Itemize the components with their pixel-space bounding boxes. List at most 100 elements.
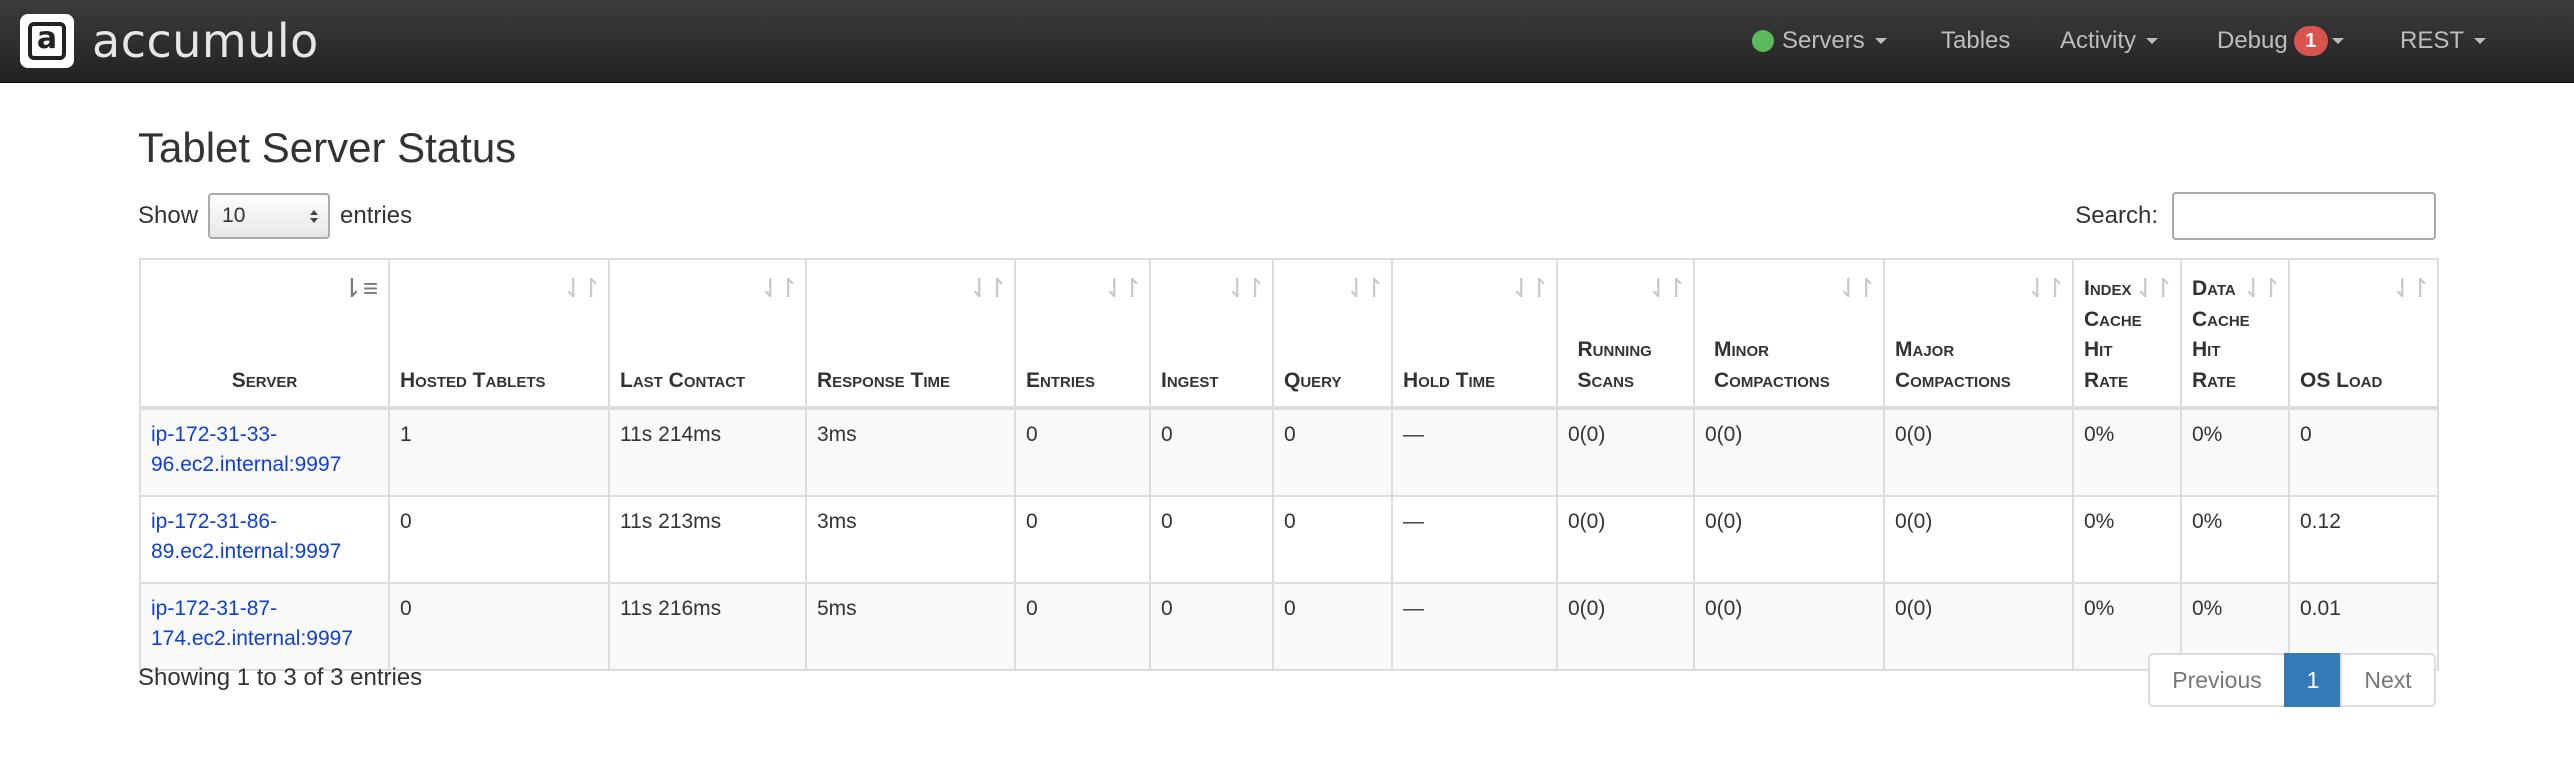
sort-icon: ⇃↾ — [2391, 273, 2431, 303]
nav-servers-label: Servers — [1782, 27, 1865, 54]
cell-entries: 0 — [1014, 582, 1151, 671]
cell-major-compactions: 0(0) — [1883, 407, 2074, 497]
server-link[interactable]: ip-172-31-33-96.ec2.internal:9997 — [151, 423, 341, 476]
debug-count-badge: 1 — [2293, 26, 2328, 56]
sort-icon: ⇃↾ — [968, 273, 1008, 303]
next-page-button[interactable]: Next — [2340, 653, 2436, 707]
cell-index-cache-hit-rate: 0% — [2072, 495, 2182, 584]
cell-running-scans: 0(0) — [1556, 582, 1695, 671]
cell-os-load: 0 — [2288, 407, 2439, 497]
table-header-row: ⇂≡ Server ⇃↾ Hosted Tablets ⇃↾ Last Contact… — [139, 258, 2439, 410]
page-1-button[interactable]: 1 — [2284, 653, 2342, 707]
show-label: Show — [138, 202, 199, 229]
sort-icon: ⇃↾ — [2134, 273, 2174, 303]
nav-debug-dropdown[interactable]: Debug 1 — [2217, 0, 2344, 82]
cell-data-cache-hit-rate: 0% — [2180, 495, 2290, 584]
header-query[interactable]: ⇃↾ Query — [1272, 258, 1393, 410]
cell-ingest: 0 — [1149, 582, 1274, 671]
header-server[interactable]: ⇂≡ Server — [139, 258, 390, 410]
cell-index-cache-hit-rate: 0% — [2072, 407, 2182, 497]
table-row: ip-172-31-33-96.ec2.internal:9997 1 11s … — [139, 407, 2439, 497]
header-minor-compactions[interactable]: ⇃↾ Minor Compactions — [1693, 258, 1885, 410]
table-row: ip-172-31-87-174.ec2.internal:9997 0 11s… — [139, 582, 2439, 671]
nav-tables-label: Tables — [1941, 27, 2011, 54]
cell-major-compactions: 0(0) — [1883, 582, 2074, 671]
cell-query: 0 — [1272, 495, 1393, 584]
table-info: Showing 1 to 3 of 3 entries — [138, 664, 423, 691]
nav-activity-dropdown[interactable]: Activity — [2060, 0, 2159, 82]
cell-running-scans: 0(0) — [1556, 407, 1695, 497]
header-running-scans[interactable]: ⇃↾ Running Scans — [1556, 258, 1695, 410]
header-ingest[interactable]: ⇃↾ Ingest — [1149, 258, 1274, 410]
entries-per-page-value: 10 — [222, 204, 246, 227]
sort-icon: ⇃↾ — [562, 273, 602, 303]
nav-tables-link[interactable]: Tables — [1941, 0, 2010, 82]
sort-icon: ⇃↾ — [1103, 273, 1143, 303]
cell-hosted-tablets: 0 — [388, 495, 610, 584]
table-row: ip-172-31-86-89.ec2.internal:9997 0 11s … — [139, 495, 2439, 584]
sort-icon: ⇃↾ — [1837, 273, 1877, 303]
search-input[interactable] — [2172, 192, 2436, 240]
cell-hold-time: — — [1391, 582, 1558, 671]
server-link[interactable]: ip-172-31-87-174.ec2.internal:9997 — [151, 597, 353, 650]
cell-os-load: 0.12 — [2288, 495, 2439, 584]
nav-rest-dropdown[interactable]: REST — [2400, 0, 2487, 82]
cell-hold-time: — — [1391, 495, 1558, 584]
cell-running-scans: 0(0) — [1556, 495, 1695, 584]
header-os-load[interactable]: ⇃↾ OS Load — [2288, 258, 2439, 410]
brand-name: accumulo — [92, 14, 319, 68]
sort-ascending-icon: ⇂≡ — [341, 273, 378, 303]
top-navbar: a accumulo Servers Tables Activity Debug… — [0, 0, 2574, 83]
pagination: Previous 1 Next — [2148, 653, 2436, 707]
sort-icon: ⇃↾ — [759, 273, 799, 303]
cell-ingest: 0 — [1149, 407, 1274, 497]
sort-icon: ⇃↾ — [2026, 273, 2066, 303]
sort-icon: ⇃↾ — [1226, 273, 1266, 303]
cell-entries: 0 — [1014, 495, 1151, 584]
chevron-down-icon — [2331, 38, 2344, 44]
logo-letter: a — [28, 22, 66, 60]
entries-label: entries — [340, 202, 413, 229]
sort-icon: ⇃↾ — [1510, 273, 1550, 303]
header-index-cache-hit-rate[interactable]: ⇃↾ Index Cache Hit Rate — [2072, 258, 2182, 410]
nav-rest-label: REST — [2400, 27, 2465, 54]
header-data-cache-hit-rate[interactable]: ⇃↾ Data Cache Hit Rate — [2180, 258, 2290, 410]
chevron-down-icon — [1874, 38, 1887, 44]
header-major-compactions[interactable]: ⇃↾ Major Compactions — [1883, 258, 2074, 410]
cell-hosted-tablets: 1 — [388, 407, 610, 497]
cell-entries: 0 — [1014, 407, 1151, 497]
cell-minor-compactions: 0(0) — [1693, 407, 1885, 497]
cell-hold-time: — — [1391, 407, 1558, 497]
cell-response-time: 5ms — [805, 582, 1016, 671]
cell-major-compactions: 0(0) — [1883, 495, 2074, 584]
cell-response-time: 3ms — [805, 495, 1016, 584]
cell-query: 0 — [1272, 582, 1393, 671]
nav-activity-label: Activity — [2060, 27, 2137, 54]
previous-page-button[interactable]: Previous — [2148, 653, 2286, 707]
server-status-icon — [1752, 30, 1774, 52]
cell-ingest: 0 — [1149, 495, 1274, 584]
brand-link[interactable]: a accumulo — [20, 14, 319, 68]
cell-query: 0 — [1272, 407, 1393, 497]
cell-response-time: 3ms — [805, 407, 1016, 497]
cell-minor-compactions: 0(0) — [1693, 582, 1885, 671]
header-response-time[interactable]: ⇃↾ Response Time — [805, 258, 1016, 410]
server-link[interactable]: ip-172-31-86-89.ec2.internal:9997 — [151, 510, 341, 563]
header-hosted-tablets[interactable]: ⇃↾ Hosted Tablets — [388, 258, 610, 410]
header-last-contact[interactable]: ⇃↾ Last Contact — [608, 258, 807, 410]
nav-debug-label: Debug — [2217, 27, 2288, 54]
tablet-server-table: ⇂≡ Server ⇃↾ Hosted Tablets ⇃↾ Last Contact… — [139, 258, 2439, 671]
chevron-down-icon — [2474, 38, 2487, 44]
nav-servers-dropdown[interactable]: Servers — [1752, 0, 1887, 82]
page-title: Tablet Server Status — [138, 124, 517, 171]
sort-icon: ⇃↾ — [2242, 273, 2282, 303]
select-arrows-icon — [310, 209, 319, 223]
header-hold-time[interactable]: ⇃↾ Hold Time — [1391, 258, 1558, 410]
entries-per-page-select[interactable]: 10 — [208, 193, 331, 239]
header-entries[interactable]: ⇃↾ Entries — [1014, 258, 1151, 410]
cell-last-contact: 11s 214ms — [608, 407, 807, 497]
accumulo-logo-icon: a — [20, 14, 74, 68]
cell-last-contact: 11s 213ms — [608, 495, 807, 584]
chevron-down-icon — [2146, 38, 2159, 44]
cell-minor-compactions: 0(0) — [1693, 495, 1885, 584]
